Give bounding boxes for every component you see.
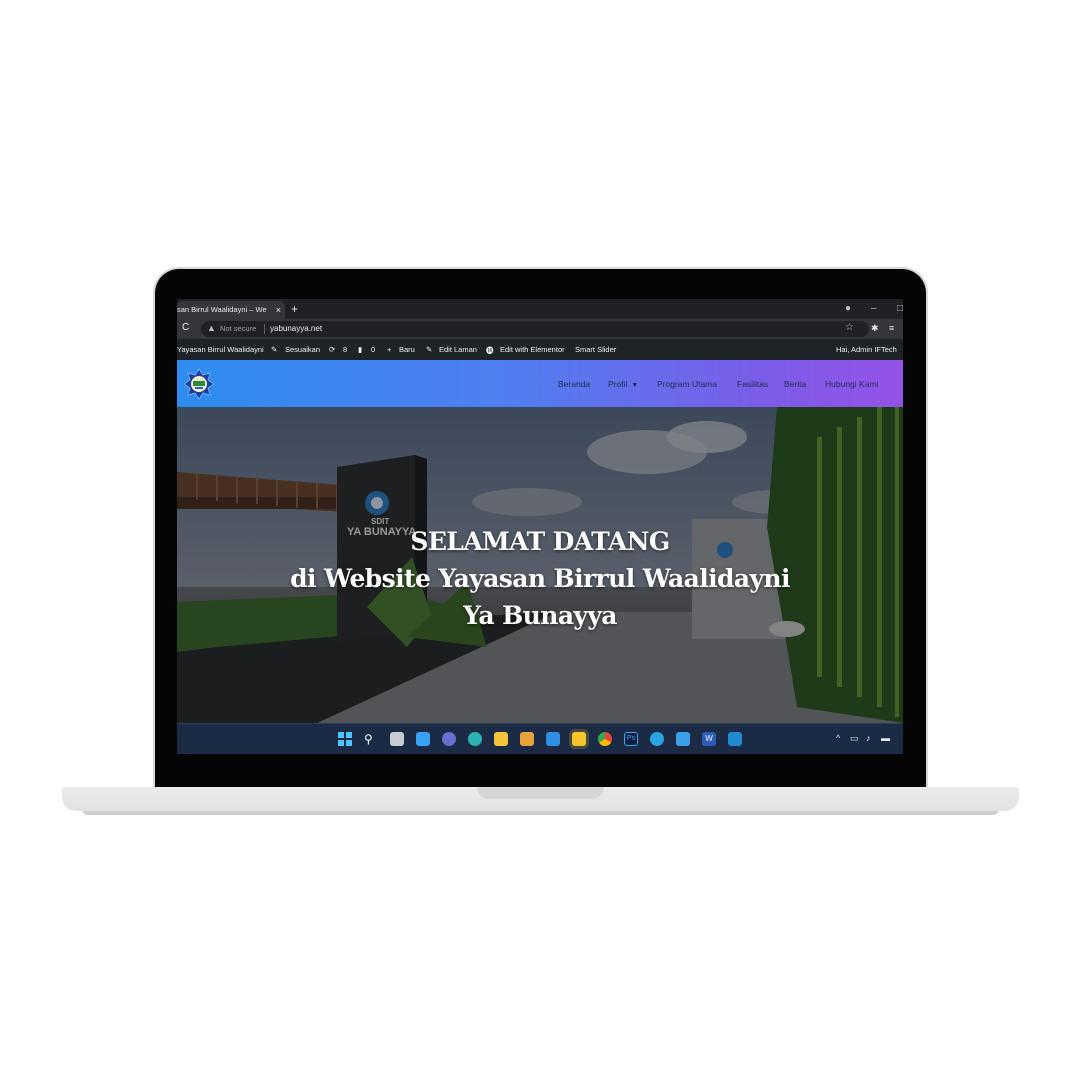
updates-icon: ⟳ bbox=[329, 345, 336, 354]
plus-icon: + bbox=[387, 345, 392, 354]
mockup-stage: san Birrul Waalidayni – Webs × + ● – □ C… bbox=[0, 0, 1080, 1080]
extensions-icon[interactable]: ✱ bbox=[871, 323, 879, 334]
nav-profil-label: Profil bbox=[608, 379, 628, 389]
elementor-icon: ⓮ bbox=[486, 346, 494, 355]
widgets-icon[interactable] bbox=[416, 732, 430, 746]
pencil-icon: ✎ bbox=[426, 345, 433, 354]
hero-line-3: Ya Bunayya bbox=[463, 601, 617, 630]
task-view-icon[interactable] bbox=[390, 732, 404, 746]
wp-updates-count[interactable]: 8 bbox=[343, 345, 347, 354]
reading-list-icon[interactable]: ≡ bbox=[889, 323, 894, 333]
start-icon[interactable] bbox=[338, 732, 352, 746]
hero-slider: SDIT YA BUNAYYA SELAMAT DATANG di Websit… bbox=[177, 407, 903, 723]
hero-heading: SELAMAT DATANG di Website Yayasan Birrul… bbox=[177, 523, 903, 634]
url-text[interactable]: yabunayya.net bbox=[270, 324, 322, 333]
nav-profil[interactable]: Profil ▼ bbox=[608, 379, 638, 389]
hero-line-1: SELAMAT DATANG bbox=[410, 527, 670, 556]
not-secure-label[interactable]: Not secure bbox=[220, 324, 256, 333]
warning-icon[interactable]: ▲ bbox=[207, 323, 216, 333]
laptop-notch bbox=[477, 787, 604, 799]
volume-icon[interactable]: ♪ bbox=[866, 733, 871, 743]
store-icon[interactable] bbox=[520, 732, 534, 746]
mail-icon[interactable] bbox=[546, 732, 560, 746]
hero-line-2: di Website Yayasan Birrul Waalidayni bbox=[290, 564, 790, 593]
wp-new[interactable]: Baru bbox=[399, 345, 415, 354]
profile-icon[interactable]: ● bbox=[845, 302, 851, 316]
vscode-icon[interactable] bbox=[728, 732, 742, 746]
bookmark-star-icon[interactable]: ☆ bbox=[845, 322, 854, 333]
browser-toolbar: C ▲ Not secure yabunayya.net ☆ ✱ ≡ bbox=[177, 319, 903, 339]
brush-icon: ✎ bbox=[271, 345, 278, 354]
wp-edit-elementor[interactable]: Edit with Elementor bbox=[500, 345, 565, 354]
sticky-notes-icon[interactable] bbox=[572, 732, 586, 746]
site-logo[interactable] bbox=[183, 368, 215, 400]
wp-admin-bar: Yayasan Birrul Waalidayni ✎ Sesuaikan ⟳ … bbox=[177, 339, 903, 360]
search-icon[interactable]: ⚲ bbox=[364, 732, 378, 746]
file-explorer-icon[interactable] bbox=[494, 732, 508, 746]
laptop-screen: san Birrul Waalidayni – Webs × + ● – □ C… bbox=[177, 299, 903, 754]
nav-berita[interactable]: Berita bbox=[784, 379, 806, 389]
teams-icon[interactable] bbox=[442, 732, 456, 746]
telegram-icon[interactable] bbox=[650, 732, 664, 746]
chevron-down-icon: ▼ bbox=[631, 382, 639, 389]
wp-comments-count[interactable]: 0 bbox=[371, 345, 375, 354]
battery-icon[interactable]: ▬ bbox=[881, 733, 890, 743]
address-bar[interactable]: ▲ Not secure yabunayya.net ☆ bbox=[201, 321, 869, 337]
wp-smart-slider[interactable]: Smart Slider bbox=[575, 345, 616, 354]
windows-taskbar: ⚲ Ps W ^ ▭ ♪ ▬ bbox=[177, 723, 903, 754]
word-icon[interactable]: W bbox=[702, 732, 716, 746]
display-icon[interactable]: ▭ bbox=[850, 733, 859, 744]
edge-icon[interactable] bbox=[468, 732, 482, 746]
close-tab-icon[interactable]: × bbox=[276, 301, 281, 319]
wp-customize[interactable]: Sesuaikan bbox=[285, 345, 320, 354]
wp-site-name[interactable]: Yayasan Birrul Waalidayni bbox=[177, 345, 264, 354]
maximize-icon[interactable]: □ bbox=[897, 302, 903, 316]
reload-icon[interactable]: C bbox=[182, 322, 189, 333]
tab-title: san Birrul Waalidayni – Webs bbox=[177, 305, 267, 314]
wp-account-greeting[interactable]: Hai, Admin IFTech bbox=[836, 345, 897, 354]
site-header: Beranda Profil ▼ Program Utama Fasilitas … bbox=[177, 360, 903, 407]
chrome-icon[interactable] bbox=[598, 732, 612, 746]
comments-icon: ▮ bbox=[358, 345, 363, 354]
omnibox-divider bbox=[264, 324, 265, 334]
photoshop-icon[interactable]: Ps bbox=[624, 732, 638, 746]
nav-hubungi-kami[interactable]: Hubungi Kami bbox=[825, 379, 878, 389]
nav-program-utama[interactable]: Program Utama bbox=[657, 379, 717, 389]
chevron-up-icon[interactable]: ^ bbox=[836, 733, 840, 743]
nav-beranda[interactable]: Beranda bbox=[558, 379, 590, 389]
minimize-icon[interactable]: – bbox=[871, 302, 877, 316]
browser-tab[interactable]: san Birrul Waalidayni – Webs × bbox=[177, 301, 285, 319]
nav-fasilitas[interactable]: Fasilitas bbox=[737, 379, 768, 389]
new-tab-button[interactable]: + bbox=[291, 301, 298, 317]
browser-tab-bar: san Birrul Waalidayni – Webs × + ● – □ bbox=[177, 299, 903, 319]
wp-edit-page[interactable]: Edit Laman bbox=[439, 345, 477, 354]
notepad-icon[interactable] bbox=[676, 732, 690, 746]
